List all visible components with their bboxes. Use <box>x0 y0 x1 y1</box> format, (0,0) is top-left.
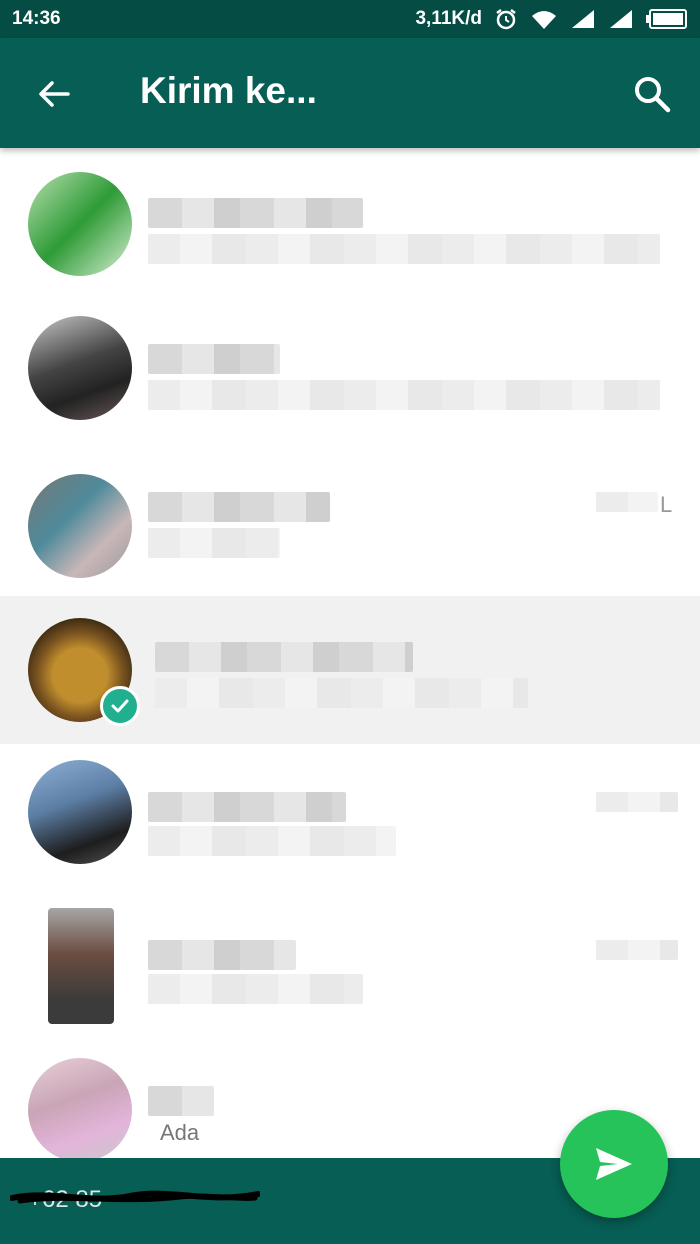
app-bar: Kirim ke... <box>0 38 700 148</box>
page-title: Kirim ke... <box>140 70 317 111</box>
avatar <box>28 316 132 420</box>
contact-row[interactable] <box>0 892 700 1040</box>
avatar <box>28 1058 132 1158</box>
contact-status <box>148 380 660 410</box>
status-time: 14:36 <box>12 8 61 29</box>
alarm-icon <box>496 9 516 30</box>
contact-status <box>148 974 363 1004</box>
contact-row[interactable] <box>0 296 700 444</box>
contact-name <box>148 344 280 374</box>
avatar <box>48 908 114 1024</box>
avatar <box>28 474 132 578</box>
redaction-scribble <box>10 1190 260 1204</box>
contact-status <box>148 234 660 264</box>
contact-row[interactable] <box>0 744 700 892</box>
contact-status <box>148 528 280 558</box>
send-icon <box>596 1148 632 1180</box>
contact-status: Ada <box>160 1120 200 1145</box>
contact-name <box>148 1086 214 1116</box>
contact-status <box>155 678 528 708</box>
contact-status <box>148 826 396 856</box>
contact-name <box>148 492 330 522</box>
contact-name <box>148 198 363 228</box>
contact-name <box>148 792 346 822</box>
contact-time <box>596 940 678 960</box>
signal-icon <box>572 10 594 28</box>
contact-name <box>148 940 296 970</box>
contact-row-selected[interactable] <box>0 596 700 744</box>
battery-icon <box>646 9 687 29</box>
avatar <box>28 172 132 276</box>
send-button[interactable] <box>560 1110 668 1218</box>
contact-time <box>596 492 658 512</box>
contact-list: L Ada <box>0 148 700 1158</box>
arrow-left-icon[interactable] <box>34 74 74 114</box>
net-speed: 3,11K/d <box>415 8 482 29</box>
selected-check-icon <box>100 686 140 726</box>
contact-time <box>596 792 678 812</box>
contact-time-label: L <box>660 492 673 517</box>
contact-name <box>155 642 413 672</box>
wifi-icon <box>532 11 556 29</box>
avatar <box>28 760 132 864</box>
contact-row[interactable] <box>0 148 700 296</box>
signal-icon <box>610 10 632 28</box>
contact-row[interactable]: L <box>0 444 700 592</box>
search-icon[interactable] <box>632 74 672 114</box>
status-bar: 14:36 3,11K/d <box>0 0 700 38</box>
